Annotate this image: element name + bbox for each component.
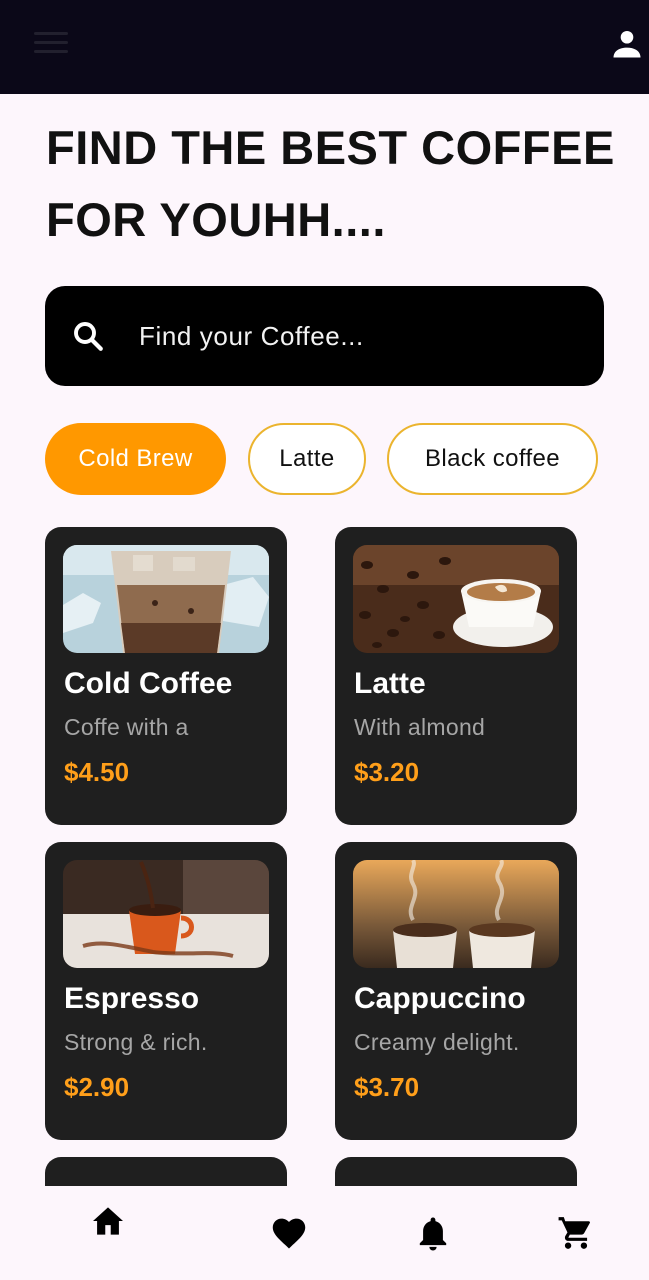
product-name: Latte (354, 667, 426, 700)
product-card-espresso[interactable]: Espresso Strong & rich. $2.90 (45, 842, 287, 1140)
product-description: Strong & rich. (64, 1029, 208, 1055)
bell-icon[interactable] (418, 1216, 448, 1252)
product-card-cold-coffee[interactable]: Cold Coffee Coffe with a $4.50 (45, 527, 287, 825)
product-price: $3.20 (354, 757, 420, 787)
product-description: Creamy delight. (354, 1029, 520, 1055)
product-price: $3.70 (354, 1072, 420, 1102)
cart-icon[interactable] (557, 1214, 595, 1252)
product-card-latte[interactable]: Latte With almond $3.20 (335, 527, 577, 825)
page-title: FIND THE BEST COFFEE FOR YOUHH.... (46, 121, 615, 246)
product-image-latte (353, 545, 559, 653)
search-icon[interactable] (70, 318, 106, 354)
product-price: $4.50 (64, 757, 130, 787)
product-image-cold-coffee (63, 545, 269, 653)
product-card-cappuccino[interactable]: Cappuccino Creamy delight. $3.70 (335, 842, 577, 1140)
chip-black-coffee[interactable]: Black coffee (387, 423, 598, 495)
product-name: Espresso (64, 982, 200, 1015)
menu-icon[interactable] (34, 32, 68, 54)
product-description: With almond (354, 714, 486, 740)
coffee-home-screen: FIND THE BEST COFFEE FOR YOUHH.... Cold … (0, 0, 649, 1280)
product-description: Coffe with a (64, 714, 189, 740)
product-image-espresso (63, 860, 269, 968)
home-icon[interactable] (91, 1206, 125, 1236)
top-app-bar (0, 0, 649, 94)
chip-cold-brew[interactable]: Cold Brew (45, 423, 226, 495)
chip-latte[interactable]: Latte (248, 423, 366, 495)
search-input[interactable] (139, 310, 579, 362)
product-price: $2.90 (64, 1072, 130, 1102)
product-image-cappuccino (353, 860, 559, 968)
search-bar[interactable] (45, 286, 604, 386)
profile-icon[interactable] (609, 26, 645, 62)
product-name: Cold Coffee (64, 667, 233, 700)
bottom-navigation (0, 1186, 649, 1280)
product-name: Cappuccino (354, 982, 526, 1015)
heart-icon[interactable] (270, 1216, 308, 1250)
